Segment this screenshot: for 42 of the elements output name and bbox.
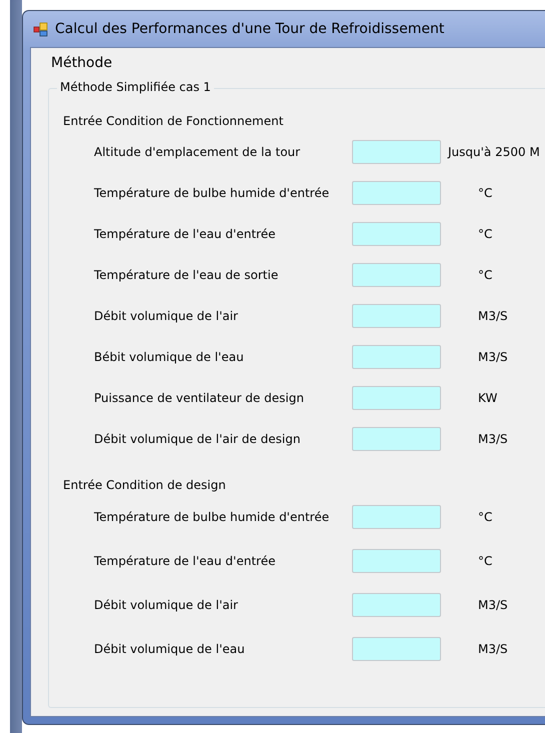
field-label: Débit volumique de l'air de design — [94, 432, 302, 446]
input-field[interactable] — [352, 426, 441, 450]
unit-label: °C — [478, 268, 492, 282]
field-label: Température de l'eau d'entrée — [94, 226, 276, 240]
unit-label: M3/S — [478, 432, 508, 446]
app-icon — [33, 21, 49, 37]
input-field[interactable] — [352, 386, 441, 410]
window-title: Calcul des Performances d'une Tour de Refroidissement — [55, 21, 444, 37]
input-field[interactable] — [352, 593, 441, 617]
section-title: Entrée Condition de design — [63, 477, 227, 494]
unit-label: Jusqu'à 2500 M — [448, 144, 540, 158]
input-field[interactable] — [352, 262, 441, 286]
input-field[interactable] — [352, 637, 441, 661]
input-field[interactable] — [352, 344, 441, 368]
input-field[interactable] — [352, 180, 441, 204]
unit-label: M3/S — [478, 350, 508, 364]
input-field[interactable] — [352, 304, 441, 328]
input-field[interactable] — [352, 140, 441, 164]
input-field[interactable] — [352, 505, 441, 529]
group-title: Méthode Simplifiée cas 1 — [57, 80, 214, 94]
unit-label: M3/S — [478, 308, 508, 322]
field-label: Débit volumique de l'air — [94, 308, 239, 322]
field-label: Débit volumique de l'eau — [94, 642, 246, 656]
field-label: Température de l'eau de sortie — [94, 268, 280, 282]
field-label: Température de l'eau d'entrée — [94, 554, 276, 568]
field-label: Température de bulbe humide d'entrée — [94, 510, 330, 524]
section-title: Entrée Condition de Fonctionnement — [63, 113, 284, 130]
menu-item[interactable]: Méthode — [51, 55, 112, 71]
unit-label: °C — [478, 510, 492, 524]
field-label: Débit volumique de l'air — [94, 598, 239, 612]
unit-label: °C — [478, 554, 492, 568]
field-label: Bébit volumique de l'eau — [94, 350, 245, 364]
field-label: Altitude d'emplacement de la tour — [94, 144, 302, 158]
unit-label: °C — [478, 226, 492, 240]
field-label: Puissance de ventilateur de design — [94, 390, 305, 404]
unit-label: M3/S — [478, 642, 508, 656]
input-field[interactable] — [352, 549, 441, 573]
unit-label: KW — [478, 390, 498, 404]
field-label: Température de bulbe humide d'entrée — [94, 186, 330, 200]
input-field[interactable] — [352, 222, 441, 246]
unit-label: °C — [478, 186, 492, 200]
unit-label: M3/S — [478, 598, 508, 612]
